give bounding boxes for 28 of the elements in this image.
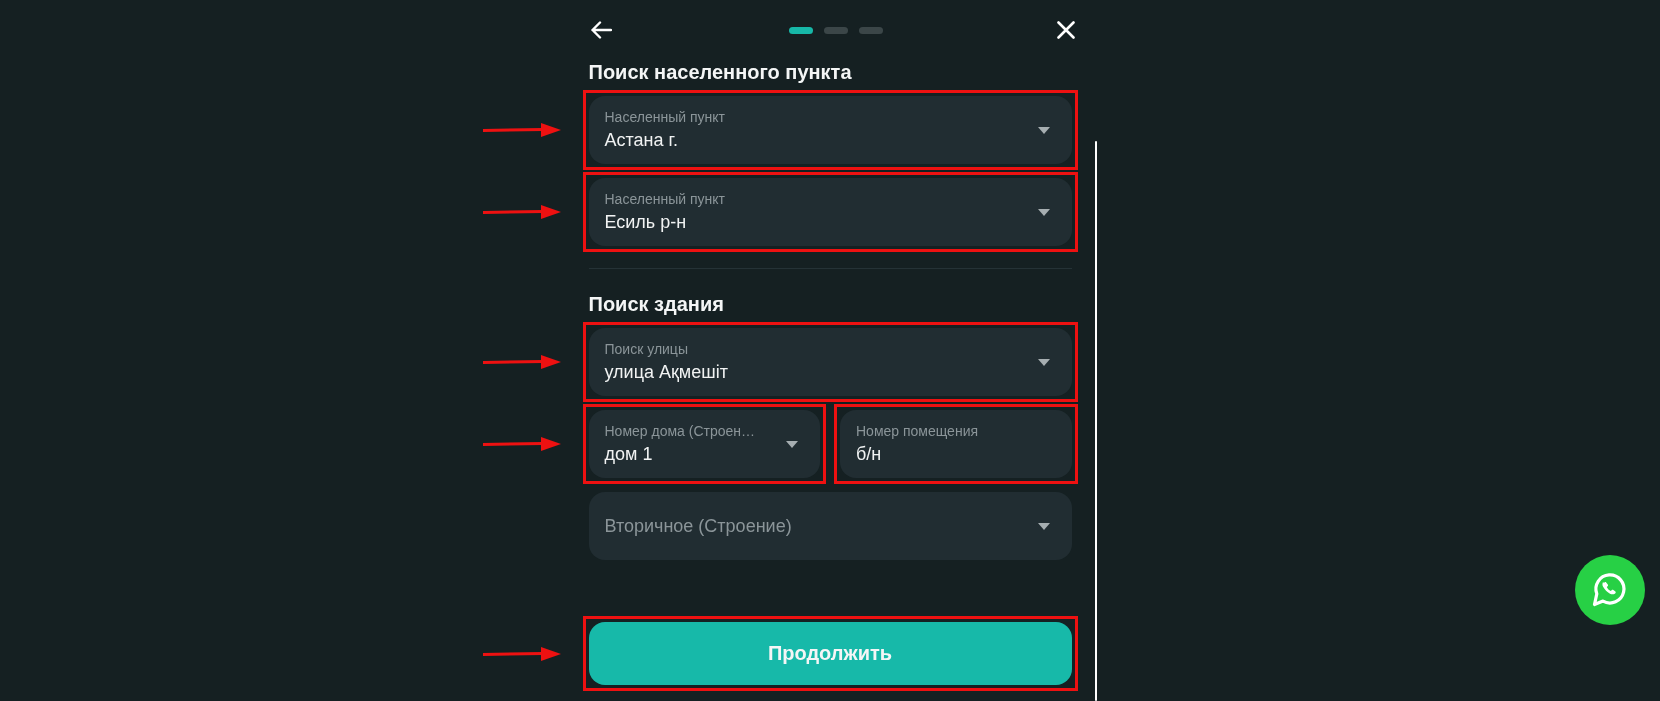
caret-icon [1037,126,1050,134]
caret-icon [1037,358,1050,366]
caret-icon [786,440,798,448]
field-value: улица Ақмешіт [604,360,728,384]
field-label: Населенный пункт [604,108,725,126]
field-value: Есиль р-н [604,210,687,234]
field-label: Номер дома (Строен… [604,422,755,440]
field-label: Населенный пункт [604,190,725,208]
caret-icon [1037,208,1050,216]
field-value: дом 1 [604,442,653,466]
field-label: Поиск улицы [604,340,688,358]
field-value: Астана г. [604,128,678,152]
field-placeholder: Вторичное (Строение) [604,515,792,538]
chat-icon[interactable] [1575,555,1645,625]
section-heading: Поиск здания [588,292,725,316]
input-field[interactable]: Номер помещения б/н [840,410,1072,478]
section-heading: Поиск населенного пункта [588,60,853,84]
dropdown-field[interactable]: Населенный пункт Астана г. [588,96,1072,164]
dropdown-field[interactable]: Населенный пункт Есиль р-н [588,178,1072,246]
caret-icon [1037,522,1050,530]
close-icon[interactable] [1056,21,1075,39]
dropdown-field[interactable]: Номер дома (Строен… дом 1 [588,410,820,478]
field-value: б/н [856,442,882,466]
field-label: Номер помещения [856,422,979,440]
dropdown-field[interactable]: Вторичное (Строение) [588,492,1072,560]
scrollbar[interactable] [1094,141,1097,701]
dropdown-field[interactable]: Поиск улицы улица Ақмешіт [588,328,1072,396]
back-icon[interactable] [589,21,612,39]
